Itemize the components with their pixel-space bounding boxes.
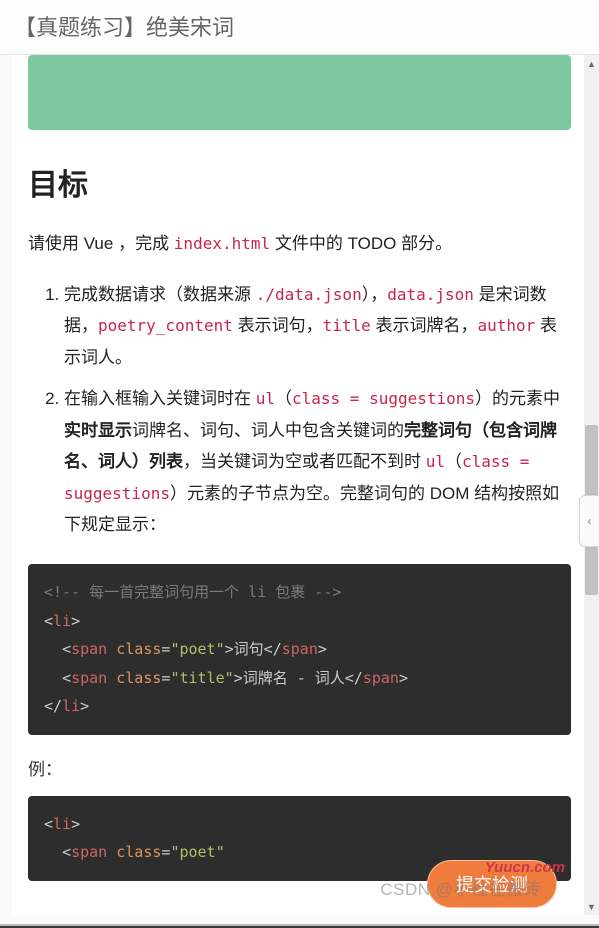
chevron-left-icon: ‹ xyxy=(588,514,592,528)
text: ）的元素中 xyxy=(475,389,560,408)
code-tag: li xyxy=(53,815,71,833)
code-string: "title" xyxy=(170,669,233,687)
code-block-structure: <!-- 每一首完整词句用一个 li 包裹 --> <li> <span cla… xyxy=(28,564,571,735)
text: ，当关键词为空或者匹配不到时 xyxy=(183,452,426,471)
code-text: 词句 xyxy=(234,640,264,658)
code-string: "poet" xyxy=(170,640,224,658)
code-string: "poet" xyxy=(170,843,224,861)
intro-text: 请使用 Vue ，完成 xyxy=(28,234,174,253)
text: （ xyxy=(445,452,462,471)
text: 在输入框输入关键词时在 xyxy=(64,389,256,408)
main-content: 目标 请使用 Vue ，完成 index.html 文件中的 TODO 部分。 … xyxy=(12,55,587,915)
code-tag: span xyxy=(71,640,107,658)
list-item: 完成数据请求（数据来源 ./data.json），data.json 是宋词数据… xyxy=(64,279,571,373)
code-poetry-content: poetry_content xyxy=(98,316,233,335)
code-text: 词牌名 - 词人 xyxy=(243,669,345,687)
code-index-html: index.html xyxy=(174,234,270,253)
text: 词牌名、词句、词人中包含关键词的 xyxy=(132,421,404,440)
scroll-down-icon[interactable]: ▼ xyxy=(584,898,599,915)
scroll-up-icon[interactable]: ▲ xyxy=(584,55,599,72)
section-heading: 目标 xyxy=(28,160,571,204)
code-class-suggestions: class = suggestions xyxy=(292,389,475,408)
code-tag: li xyxy=(62,697,80,715)
intro-text-suffix: 文件中的 TODO 部分。 xyxy=(270,234,452,253)
brand-watermark: Yuucn.com xyxy=(485,859,565,876)
intro-paragraph: 请使用 Vue ，完成 index.html 文件中的 TODO 部分。 xyxy=(28,230,571,259)
requirement-list: 完成数据请求（数据来源 ./data.json），data.json 是宋词数据… xyxy=(28,279,571,541)
code-attr: class xyxy=(116,669,161,687)
bold-realtime: 实时显示 xyxy=(64,421,132,440)
code-data-json-path: ./data.json xyxy=(256,285,362,304)
code-ul: ul xyxy=(256,389,275,408)
code-tag: span xyxy=(71,669,107,687)
code-attr: class xyxy=(116,640,161,658)
content-wrap: 目标 请使用 Vue ，完成 index.html 文件中的 TODO 部分。 … xyxy=(0,55,599,915)
csdn-watermark: CSDN @小社在搬砖 xyxy=(380,875,541,900)
text: 表示词句， xyxy=(233,316,323,335)
code-author: author xyxy=(478,316,536,335)
text: 完成数据请求（数据来源 xyxy=(64,285,256,304)
bottom-divider xyxy=(0,924,599,928)
code-title: title xyxy=(323,316,371,335)
text: （ xyxy=(275,389,292,408)
side-expand-tab[interactable]: ‹ xyxy=(579,495,599,547)
code-attr: class xyxy=(116,843,161,861)
green-banner xyxy=(28,55,571,130)
text: 表示词牌名， xyxy=(371,316,478,335)
example-label: 例： xyxy=(28,755,571,780)
code-tag: li xyxy=(53,612,71,630)
code-tag: span xyxy=(363,669,399,687)
code-data-json: data.json xyxy=(387,285,474,304)
code-comment: <!-- 每一首完整词句用一个 li 包裹 --> xyxy=(44,583,341,601)
page-title: 【真题练习】绝美宋词 xyxy=(0,0,599,55)
code-tag: span xyxy=(282,640,318,658)
text: ）， xyxy=(362,285,388,304)
inner-scrollbar[interactable]: ▲ ▼ xyxy=(584,55,599,915)
list-item: 在输入框输入关键词时在 ul（class = suggestions）的元素中实… xyxy=(64,383,571,540)
code-ul: ul xyxy=(426,452,445,471)
code-tag: span xyxy=(71,843,107,861)
